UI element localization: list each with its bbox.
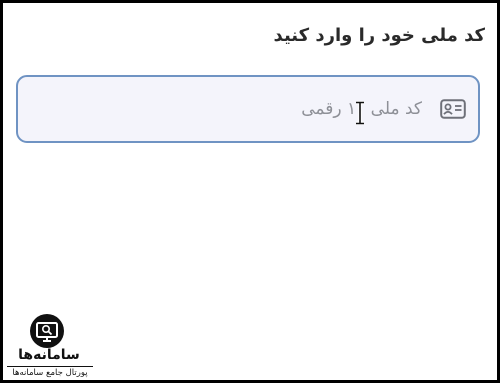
page-title: کد ملی خود را وارد کنید [273, 25, 485, 46]
text-cursor-icon [356, 101, 364, 125]
watermark-tagline: پورتال جامع سامانه‌ها [7, 366, 93, 378]
watermark-brand: سامانه‌ها [18, 347, 80, 363]
national-id-field[interactable]: کد ملی ۱۰ رقمی [16, 75, 480, 143]
id-card-icon [440, 99, 466, 119]
watermark-logo: سامانه‌ها پورتال جامع سامانه‌ها [7, 313, 93, 379]
screenshot-frame: کد ملی خود را وارد کنید کد ملی ۱۰ رقمی س… [0, 0, 500, 383]
